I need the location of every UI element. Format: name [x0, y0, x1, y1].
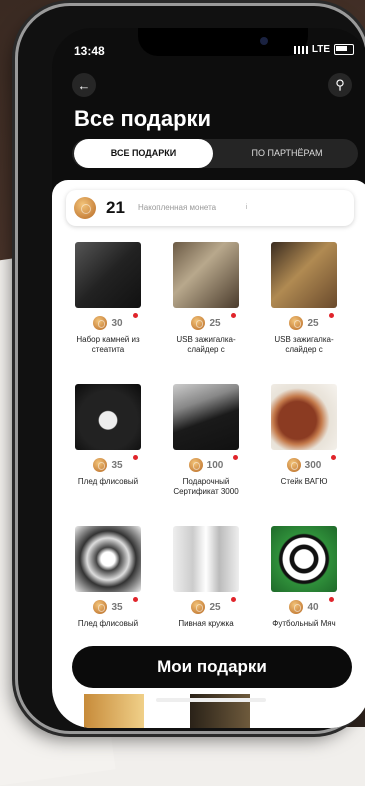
product-card[interactable]: 25 USB зажигалка-слайдер с	[262, 242, 346, 355]
product-name: Плед флисовый	[77, 477, 139, 486]
product-price: 300	[262, 455, 346, 472]
new-badge	[233, 455, 238, 460]
new-badge	[231, 313, 236, 318]
coin-icon	[286, 458, 301, 472]
coin-icon	[74, 197, 96, 219]
app-screen: 13:48 LTE ← ⚲ Все подарки ВСЕ ПОДАРКИ ПО…	[52, 28, 365, 728]
product-image	[173, 526, 239, 592]
price-value: 30	[111, 317, 123, 329]
coin-icon	[93, 316, 108, 330]
product-image	[271, 384, 337, 450]
product-price: 100	[164, 455, 248, 472]
arrow-left-icon: ←	[77, 77, 91, 93]
product-name: Стейк ВАГЮ	[280, 477, 328, 486]
coin-balance-label: Накопленная монета	[138, 203, 217, 212]
product-price: 25	[164, 313, 248, 330]
notch	[138, 28, 308, 56]
product-card[interactable]: 300 Стейк ВАГЮ	[262, 384, 346, 487]
info-icon[interactable]: i	[242, 203, 251, 212]
product-card[interactable]: 30 Набор камней из стеатита	[66, 242, 150, 355]
product-price: 40	[262, 597, 346, 614]
home-indicator	[156, 698, 266, 702]
new-badge	[329, 597, 334, 602]
coin-balance: 21	[106, 198, 125, 217]
product-card[interactable]: 100 Подарочный Сертификат 3000	[164, 384, 248, 497]
product-card[interactable]: 35 Плед флисовый	[66, 526, 150, 629]
price-value: 25	[209, 601, 221, 613]
coin-icon	[93, 458, 108, 472]
my-gifts-button[interactable]: Мои подарки	[72, 646, 352, 688]
coin-icon	[191, 600, 206, 614]
price-value: 25	[209, 317, 221, 329]
product-image	[75, 526, 141, 592]
coin-icon	[289, 316, 304, 330]
phone-frame: 13:48 LTE ← ⚲ Все подарки ВСЕ ПОДАРКИ ПО…	[18, 6, 365, 731]
new-badge	[133, 313, 138, 318]
product-price: 30	[66, 313, 150, 330]
price-value: 35	[111, 601, 123, 613]
product-name: Пивная кружка	[178, 619, 234, 628]
product-image	[173, 242, 239, 308]
network-label: LTE	[311, 44, 330, 55]
product-image	[173, 384, 239, 450]
product-price: 25	[164, 597, 248, 614]
search-icon: ⚲	[335, 77, 345, 92]
product-card[interactable]: 40 Футбольный Мяч	[262, 526, 346, 629]
product-price: 25	[262, 313, 346, 330]
coin-icon	[93, 600, 108, 614]
product-image	[271, 242, 337, 308]
signal-icon	[293, 45, 308, 54]
product-card[interactable]: 35 Плед флисовый	[66, 384, 150, 487]
tab-by-partners[interactable]: ПО ПАРТНЁРАМ	[222, 139, 352, 168]
product-name: USB зажигалка-слайдер с	[176, 335, 236, 354]
price-value: 35	[111, 459, 123, 471]
coin-icon	[289, 600, 304, 614]
search-button[interactable]: ⚲	[328, 73, 352, 97]
product-image	[271, 526, 337, 592]
coin-balance-card: 21 Накопленная монета i	[66, 190, 354, 226]
new-badge	[231, 597, 236, 602]
tab-all-gifts[interactable]: ВСЕ ПОДАРКИ	[74, 139, 213, 168]
product-card[interactable]: 25 USB зажигалка-слайдер с	[164, 242, 248, 355]
new-badge	[331, 455, 336, 460]
coin-icon	[191, 316, 206, 330]
product-image	[75, 242, 141, 308]
camera-icon	[260, 37, 268, 45]
product-name: Футбольный Мяч	[272, 619, 336, 628]
new-badge	[329, 313, 334, 318]
new-badge	[133, 455, 138, 460]
battery-icon	[334, 44, 354, 55]
price-value: 40	[307, 601, 319, 613]
price-value: 100	[206, 459, 224, 471]
product-name: Набор камней из стеатита	[76, 335, 140, 354]
coin-icon	[188, 458, 203, 472]
page-title: Все подарки	[74, 106, 212, 131]
back-button[interactable]: ←	[72, 73, 96, 97]
new-badge	[133, 597, 138, 602]
tab-switcher: ВСЕ ПОДАРКИ ПО ПАРТНЁРАМ	[72, 139, 358, 168]
product-name: USB зажигалка-слайдер с	[274, 335, 334, 354]
product-price: 35	[66, 455, 150, 472]
status-time: 13:48	[74, 44, 105, 58]
product-card[interactable]: 25 Пивная кружка	[164, 526, 248, 629]
price-value: 300	[304, 459, 322, 471]
price-value: 25	[307, 317, 319, 329]
product-price: 35	[66, 597, 150, 614]
next-row-preview	[72, 688, 352, 728]
product-image	[75, 384, 141, 450]
product-image	[84, 694, 144, 728]
status-bar-right: LTE	[293, 44, 354, 55]
product-name: Подарочный Сертификат 3000	[173, 477, 239, 496]
product-name: Плед флисовый	[77, 619, 139, 628]
